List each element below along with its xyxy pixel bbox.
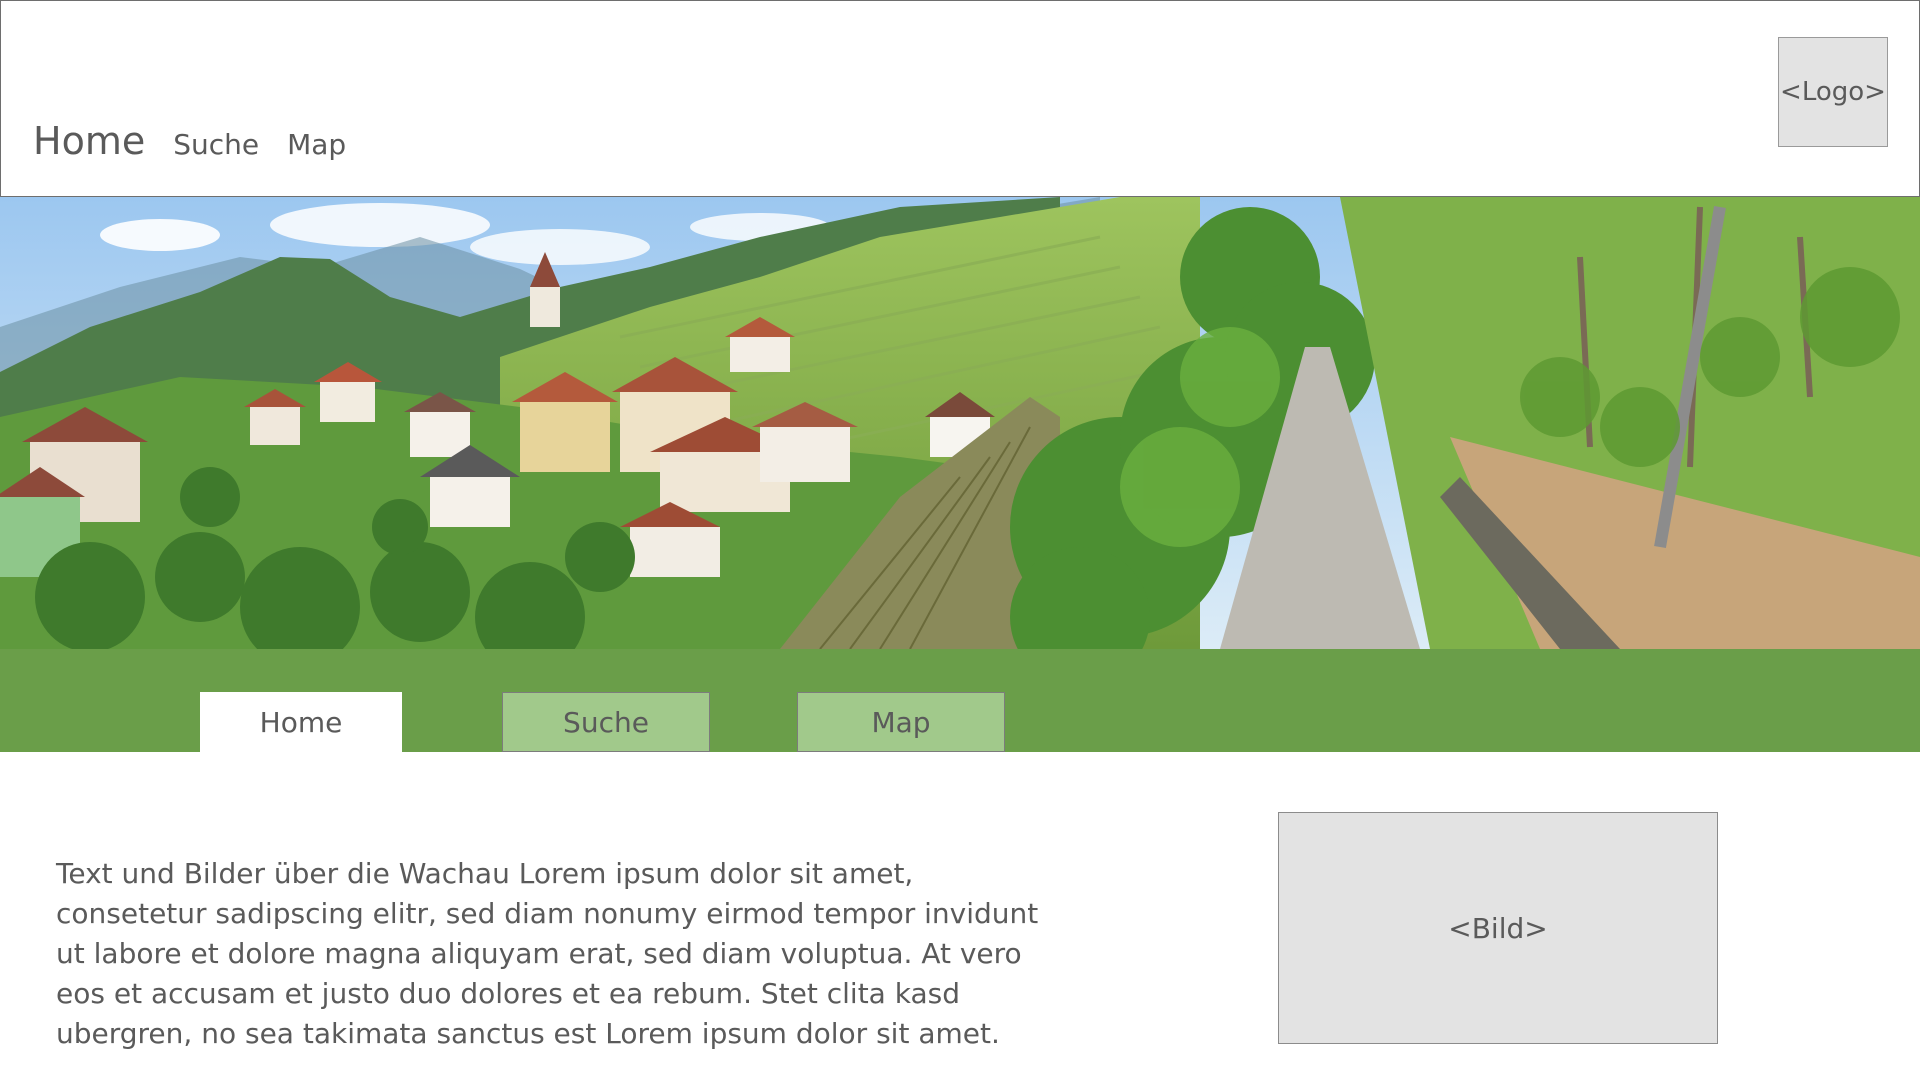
tab-map[interactable]: Map (797, 692, 1005, 752)
page: Home Suche Map <Logo> Home Suche Map Tex… (0, 0, 1920, 1080)
landscape-illustration (0, 197, 1920, 649)
top-nav-suche-link[interactable]: Suche (173, 128, 259, 161)
tab-home[interactable]: Home (200, 692, 402, 752)
top-navigation: Home Suche Map (33, 119, 374, 163)
logo-placeholder[interactable]: <Logo> (1778, 37, 1888, 147)
tab-suche[interactable]: Suche (502, 692, 710, 752)
top-nav-home-link[interactable]: Home (33, 119, 145, 163)
tab-bar: Home Suche Map (0, 649, 1920, 752)
site-header: Home Suche Map <Logo> (0, 0, 1920, 197)
image-placeholder: <Bild> (1278, 812, 1718, 1044)
intro-text: Text und Bilder über die Wachau Lorem ip… (56, 857, 1039, 1050)
hero-banner-image (0, 197, 1920, 649)
top-nav-map-link[interactable]: Map (287, 128, 346, 161)
